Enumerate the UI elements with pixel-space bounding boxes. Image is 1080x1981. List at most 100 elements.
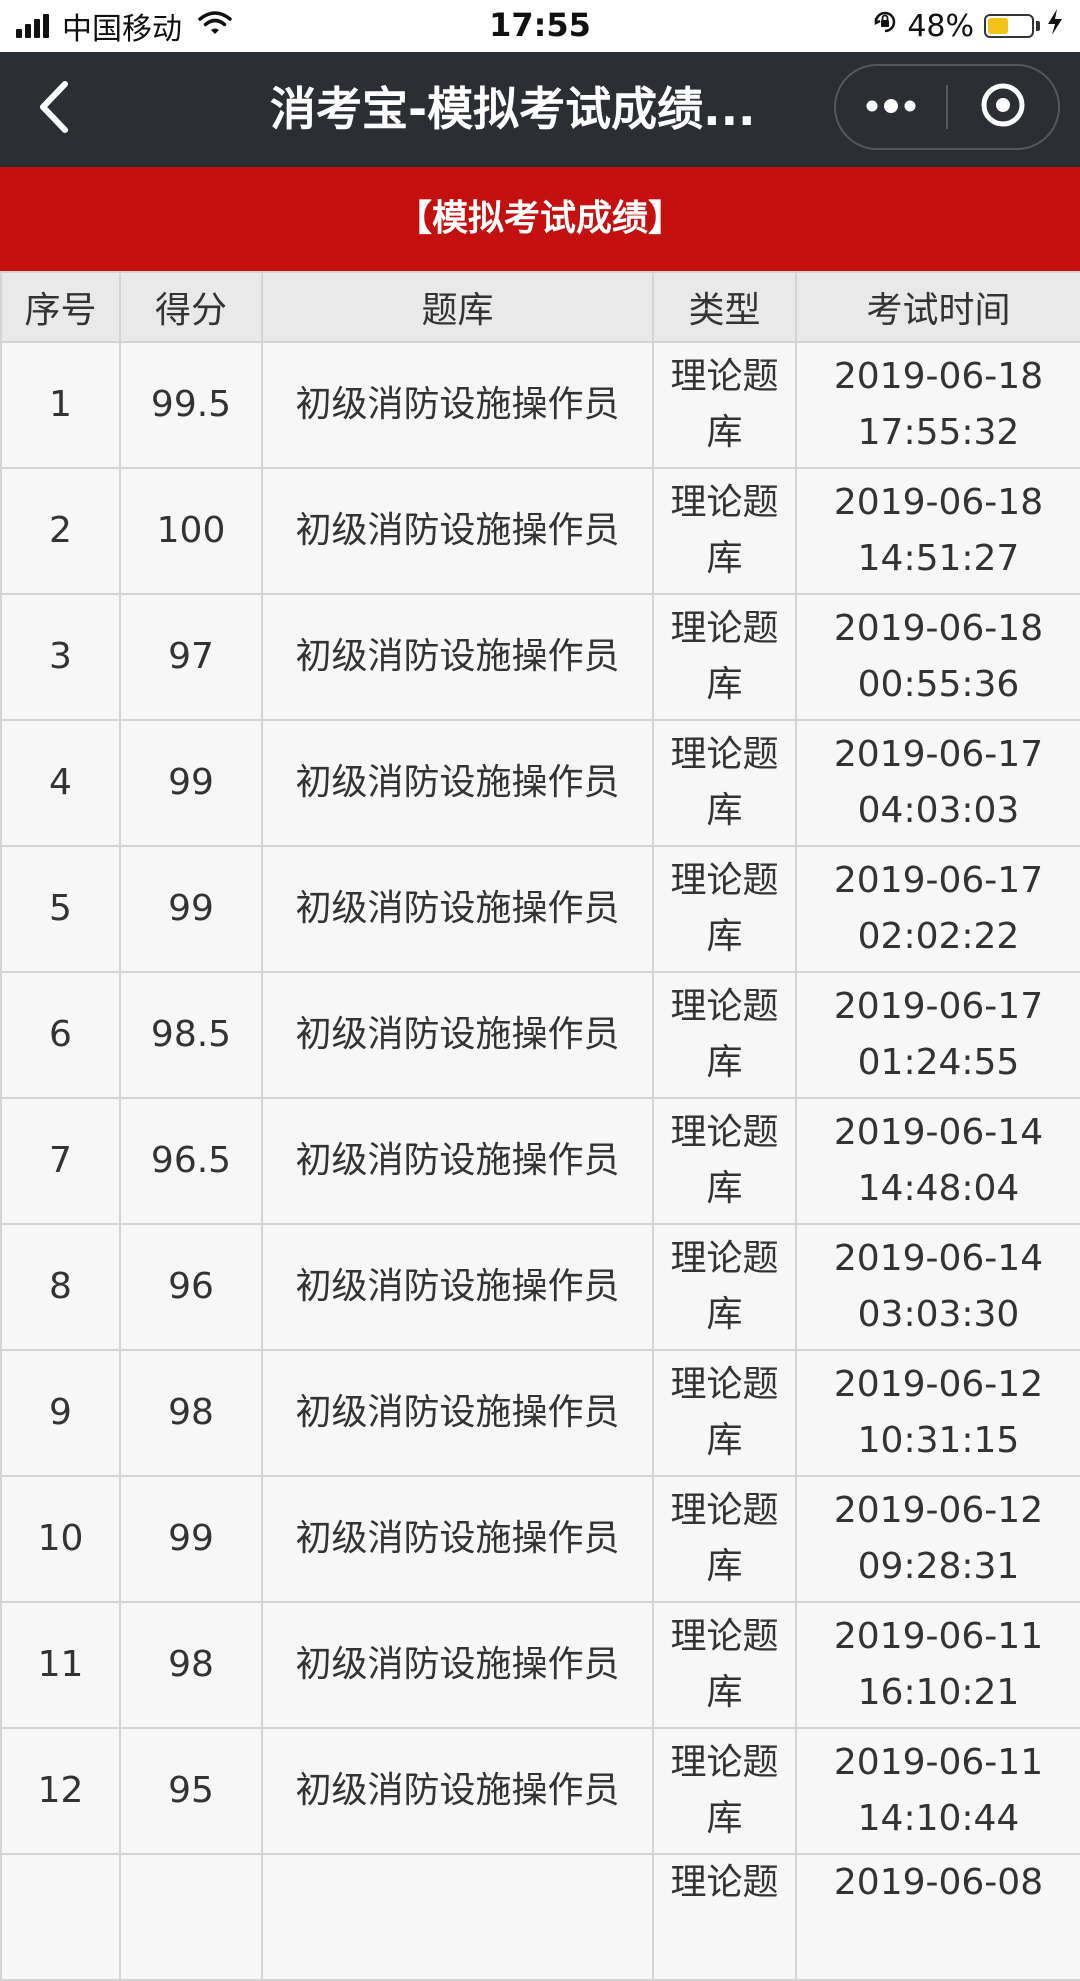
cell-bank: 初级消防设施操作员: [261, 1223, 654, 1351]
cell-exam-time: 2019-06-17 02:02:22: [795, 845, 1080, 973]
section-banner: 【模拟考试成绩】: [0, 167, 1080, 271]
header-no: 序号: [0, 271, 121, 343]
cell-score: 96: [119, 1223, 263, 1351]
cell-date: 2019-06-08: [795, 1853, 1080, 1981]
close-button[interactable]: [948, 66, 1058, 148]
battery-level-fill: [988, 18, 1008, 34]
cell-type: 理论题库: [652, 1727, 797, 1855]
cell-clock: 10:31:15: [857, 1420, 1020, 1461]
cell-exam-time: 2019-06-14 14:48:04: [795, 1097, 1080, 1225]
rotation-lock-icon: [871, 8, 899, 44]
cell-date: 2019-06-14: [833, 1112, 1044, 1153]
cell-bank: 初级消防设施操作员: [261, 971, 654, 1099]
cell-type: 理论题库: [652, 1349, 797, 1477]
cell-bank: 初级消防设施操作员: [261, 1727, 654, 1855]
cell-bank: 初级消防设施操作员: [261, 1475, 654, 1603]
more-button[interactable]: [836, 66, 946, 148]
charging-bolt-icon: [1046, 8, 1064, 44]
cell-score: 99.5: [119, 341, 263, 469]
cell-bank: 初级消防设施操作员: [261, 845, 654, 973]
cell-score: 99: [119, 719, 263, 847]
cell-score: [119, 1853, 263, 1981]
table-row: 8 96 初级消防设施操作员 理论题库 2019-06-14 03:03:30: [0, 1223, 1080, 1351]
cell-bank: 初级消防设施操作员: [261, 1349, 654, 1477]
cell-date: 2019-06-17: [833, 860, 1044, 901]
table-row: 12 95 初级消防设施操作员 理论题库 2019-06-11 14:10:44: [0, 1727, 1080, 1855]
cell-date: 2019-06-17: [833, 986, 1044, 1027]
table-row: 10 99 初级消防设施操作员 理论题库 2019-06-12 09:28:31: [0, 1475, 1080, 1603]
cell-no: 1: [0, 341, 121, 469]
table-row-partial: 理论题 2019-06-08: [0, 1853, 1080, 1981]
cell-date: 2019-06-18: [833, 356, 1044, 397]
exam-results-table: 序号 得分 题库 类型 考试时间 1 99.5 初级消防设施操作员 理论题库 2019-…: [0, 271, 1080, 1981]
battery-percent: 48%: [907, 8, 974, 44]
cell-score: 97: [119, 593, 263, 721]
cell-type: 理论题库: [652, 1475, 797, 1603]
cell-bank: 初级消防设施操作员: [261, 593, 654, 721]
header-score: 得分: [119, 271, 263, 343]
cell-exam-time: 2019-06-17 04:03:03: [795, 719, 1080, 847]
cell-exam-time: 2019-06-11 14:10:44: [795, 1727, 1080, 1855]
cell-bank: [261, 1853, 654, 1981]
table-row: 2 100 初级消防设施操作员 理论题库 2019-06-18 14:51:27: [0, 467, 1080, 595]
cell-type: 理论题库: [652, 1601, 797, 1729]
cell-no: 8: [0, 1223, 121, 1351]
cell-exam-time: 2019-06-18 00:55:36: [795, 593, 1080, 721]
cell-no: 3: [0, 593, 121, 721]
cell-date: 2019-06-11: [833, 1616, 1044, 1657]
header-time: 考试时间: [795, 271, 1080, 343]
table-header-row: 序号 得分 题库 类型 考试时间: [0, 271, 1080, 343]
cell-no: 5: [0, 845, 121, 973]
cell-exam-time: 2019-06-12 10:31:15: [795, 1349, 1080, 1477]
table-row: 11 98 初级消防设施操作员 理论题库 2019-06-11 16:10:21: [0, 1601, 1080, 1729]
cell-clock: 14:48:04: [857, 1168, 1020, 1209]
cell-bank: 初级消防设施操作员: [261, 1097, 654, 1225]
chevron-left-icon: [35, 80, 71, 138]
back-button[interactable]: [18, 74, 88, 144]
cell-score: 95: [119, 1727, 263, 1855]
cell-clock: 16:10:21: [857, 1672, 1020, 1713]
cell-no: [0, 1853, 121, 1981]
status-right: 48%: [871, 8, 1064, 44]
cell-clock: 14:51:27: [857, 538, 1020, 579]
target-circle-icon: [980, 82, 1026, 132]
cell-type: 理论题库: [652, 1223, 797, 1351]
cell-clock: 02:02:22: [857, 916, 1020, 957]
cell-date: 2019-06-18: [833, 608, 1044, 649]
cell-exam-time: 2019-06-18 14:51:27: [795, 467, 1080, 595]
battery-icon: [984, 14, 1034, 38]
cell-clock: 01:24:55: [857, 1042, 1020, 1083]
cell-no: 11: [0, 1601, 121, 1729]
cell-bank: 初级消防设施操作员: [261, 1601, 654, 1729]
table-row: 9 98 初级消防设施操作员 理论题库 2019-06-12 10:31:15: [0, 1349, 1080, 1477]
cell-date: 2019-06-11: [833, 1742, 1044, 1783]
cell-date: 2019-06-12: [833, 1490, 1044, 1531]
header-type: 类型: [652, 271, 797, 343]
table-row: 4 99 初级消防设施操作员 理论题库 2019-06-17 04:03:03: [0, 719, 1080, 847]
cell-clock: 00:55:36: [857, 664, 1020, 705]
cell-score: 99: [119, 845, 263, 973]
cell-exam-time: 2019-06-11 16:10:21: [795, 1601, 1080, 1729]
cell-score: 98: [119, 1349, 263, 1477]
cell-clock: 09:28:31: [857, 1546, 1020, 1587]
table-row: 6 98.5 初级消防设施操作员 理论题库 2019-06-17 01:24:55: [0, 971, 1080, 1099]
cell-exam-time: 2019-06-14 03:03:30: [795, 1223, 1080, 1351]
cell-score: 98: [119, 1601, 263, 1729]
cell-score: 98.5: [119, 971, 263, 1099]
cell-type: 理论题库: [652, 719, 797, 847]
table-row: 7 96.5 初级消防设施操作员 理论题库 2019-06-14 14:48:04: [0, 1097, 1080, 1225]
cell-no: 7: [0, 1097, 121, 1225]
cell-bank: 初级消防设施操作员: [261, 467, 654, 595]
cell-score: 96.5: [119, 1097, 263, 1225]
cell-date: 2019-06-18: [833, 482, 1044, 523]
mini-program-capsule: [834, 64, 1060, 150]
cell-type: 理论题: [652, 1853, 797, 1981]
table-row: 5 99 初级消防设施操作员 理论题库 2019-06-17 02:02:22: [0, 845, 1080, 973]
cell-type: 理论题库: [652, 467, 797, 595]
cell-exam-time: 2019-06-18 17:55:32: [795, 341, 1080, 469]
cell-no: 10: [0, 1475, 121, 1603]
table-row: 1 99.5 初级消防设施操作员 理论题库 2019-06-18 17:55:32: [0, 341, 1080, 469]
cell-clock: 04:03:03: [857, 790, 1020, 831]
cell-type: 理论题库: [652, 341, 797, 469]
cell-date: 2019-06-12: [833, 1364, 1044, 1405]
